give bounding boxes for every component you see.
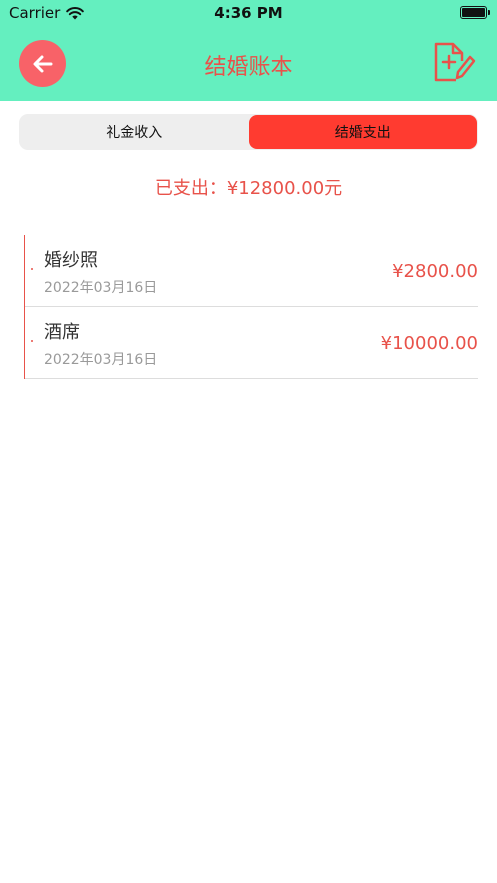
- item-date: 2022年03月16日: [44, 280, 158, 296]
- expense-list: 婚纱照 2022年03月16日 ¥2800.00 酒席 2022年03月16日 …: [24, 235, 478, 379]
- tab-gift-income[interactable]: 礼金收入: [20, 115, 249, 149]
- status-time: 4:36 PM: [214, 4, 283, 22]
- item-name: 婚纱照: [44, 250, 98, 271]
- list-item[interactable]: 婚纱照 2022年03月16日 ¥2800.00: [25, 235, 478, 307]
- status-bar: Carrier 4:36 PM: [0, 0, 497, 26]
- item-amount: ¥2800.00: [392, 261, 478, 282]
- tab-wedding-expense[interactable]: 结婚支出: [248, 115, 477, 149]
- segmented-control: 礼金收入 结婚支出: [19, 114, 478, 150]
- item-amount: ¥10000.00: [380, 333, 478, 354]
- add-record-button[interactable]: [431, 41, 477, 83]
- page-title: 结婚账本: [204, 55, 293, 80]
- spent-summary: 已支出：¥12800.00元: [154, 178, 343, 199]
- item-name: 酒席: [44, 322, 80, 343]
- list-item[interactable]: 酒席 2022年03月16日 ¥10000.00: [25, 307, 478, 379]
- nav-header: Carrier 4:36 PM 结婚账本: [0, 0, 497, 101]
- timeline-dot: [31, 340, 33, 342]
- timeline-dot: [31, 268, 33, 270]
- document-add-edit-icon: [434, 42, 476, 82]
- item-date: 2022年03月16日: [44, 352, 158, 368]
- battery-icon: [460, 6, 490, 19]
